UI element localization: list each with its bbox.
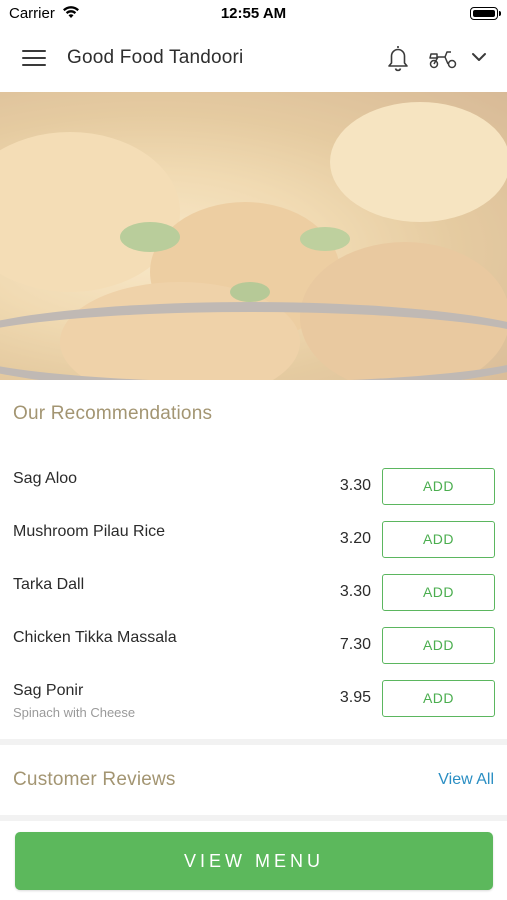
section-divider [0,739,507,745]
list-item: Mushroom Pilau Rice 3.20 ADD [0,521,507,576]
reviews-title: Customer Reviews [13,769,176,790]
item-price: 3.30 [339,583,371,600]
add-button[interactable]: ADD [382,521,495,558]
recommendations-title: Our Recommendations [13,403,213,424]
add-button[interactable]: ADD [382,627,495,664]
list-item: Tarka Dall 3.30 ADD [0,574,507,629]
item-name: Tarka Dall [13,576,85,593]
view-all-link[interactable]: View All [438,771,494,789]
add-button[interactable]: ADD [382,574,495,611]
view-menu-button[interactable]: VIEW MENU [15,832,493,890]
list-item: Sag Ponir Spinach with Cheese 3.95 ADD [0,680,507,735]
hero-food-image [0,92,507,380]
chevron-down-icon[interactable] [470,50,488,64]
item-price: 7.30 [339,636,371,653]
scooter-icon[interactable] [428,48,458,70]
battery-icon [470,7,501,20]
add-button[interactable]: ADD [382,468,495,505]
restaurant-title: Good Food Tandoori [67,47,244,68]
bell-icon[interactable] [386,44,410,72]
add-button[interactable]: ADD [382,680,495,717]
item-price: 3.95 [339,689,371,706]
list-item: Chicken Tikka Massala 7.30 ADD [0,627,507,682]
status-time: 12:55 AM [220,5,287,22]
list-item: Sag Aloo 3.30 ADD [0,468,507,523]
item-name: Sag Ponir [13,682,84,699]
item-name: Chicken Tikka Massala [13,629,177,646]
item-price: 3.20 [339,530,371,547]
item-price: 3.30 [339,477,371,494]
item-name: Mushroom Pilau Rice [13,523,166,540]
section-divider [0,815,507,821]
item-name: Sag Aloo [13,470,78,487]
status-bar: Carrier 12:55 AM [0,0,507,28]
item-description: Spinach with Cheese [13,705,136,720]
app-header: Good Food Tandoori [0,28,507,92]
menu-icon[interactable] [22,50,46,68]
